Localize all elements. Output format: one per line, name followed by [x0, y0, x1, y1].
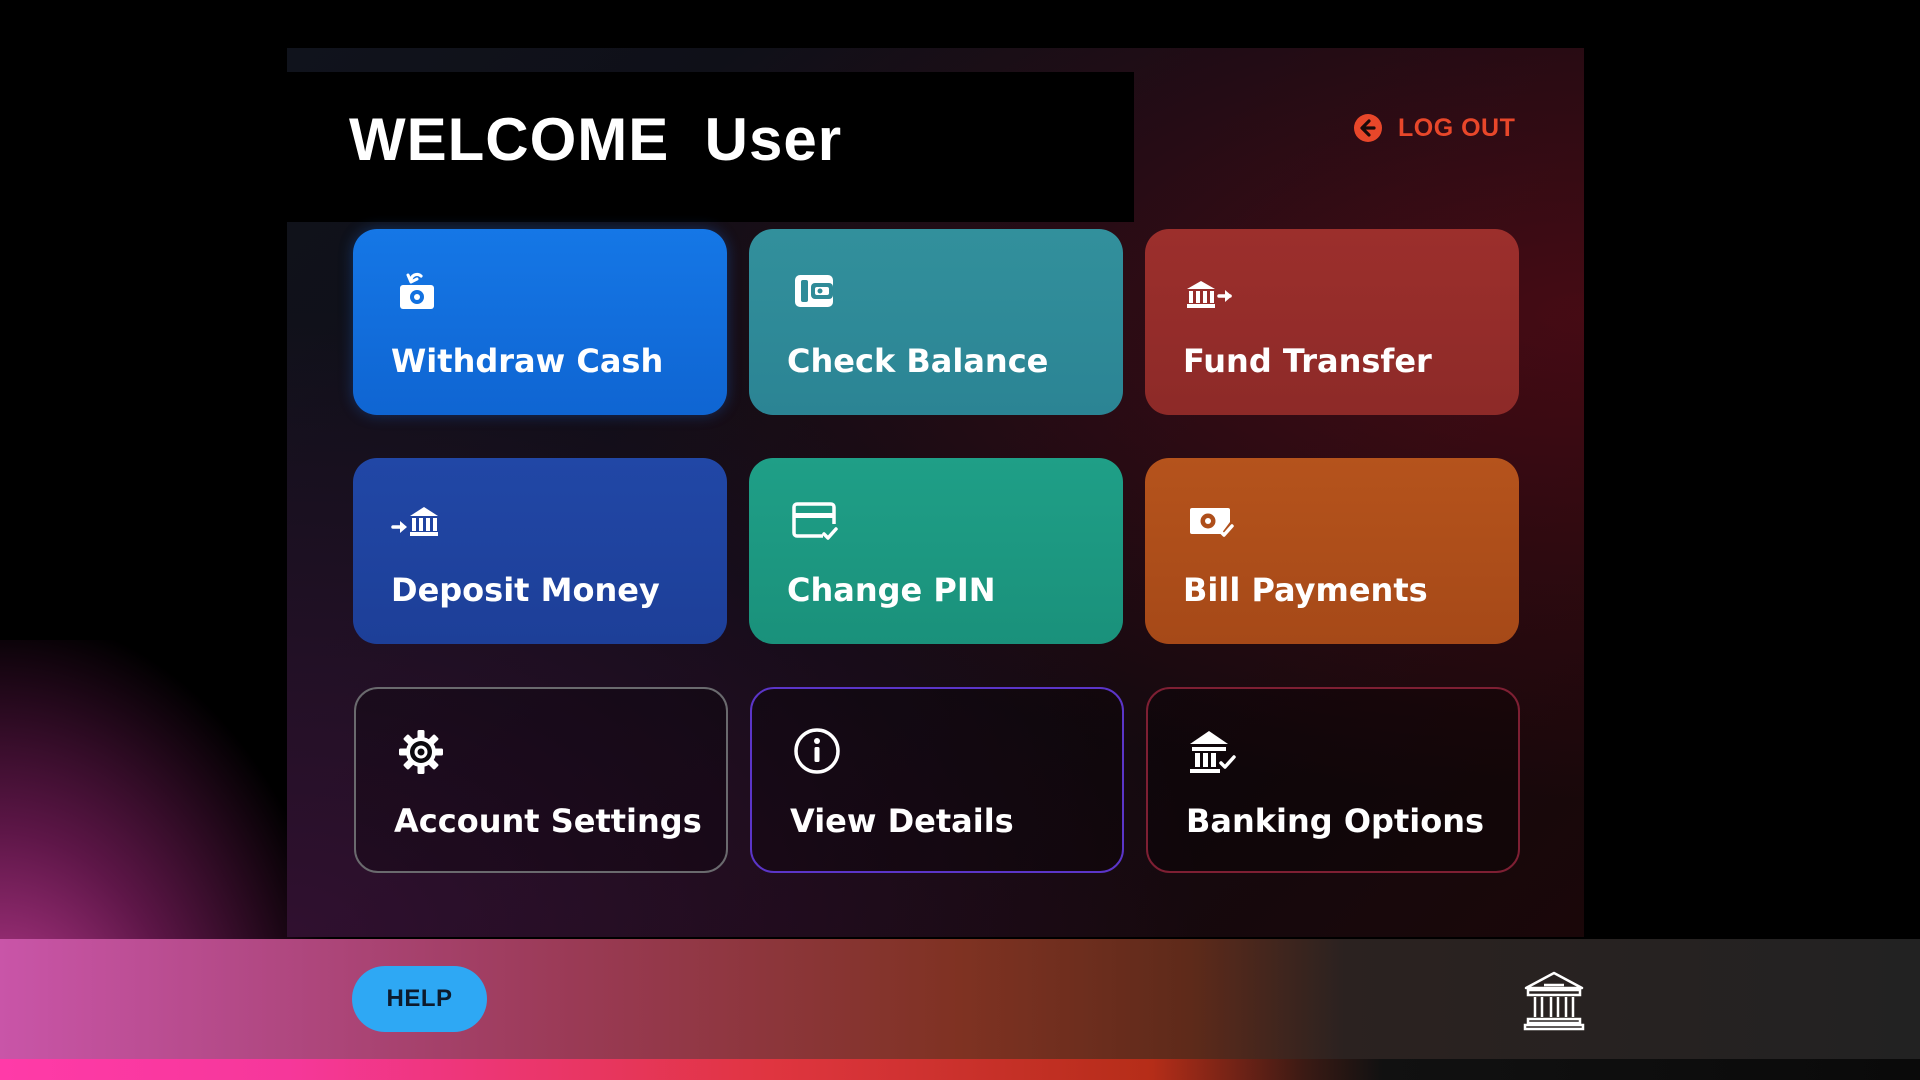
view-details-button[interactable]: View Details	[750, 687, 1124, 873]
bank-deposit-icon	[391, 507, 438, 536]
gear-icon	[399, 730, 443, 774]
logout-icon	[1354, 114, 1382, 142]
wallet-icon	[795, 275, 833, 307]
bill-payments-label: Bill Payments	[1183, 571, 1428, 609]
check-balance-label: Check Balance	[787, 342, 1049, 380]
bank-check-icon	[1190, 731, 1236, 773]
account-settings-button[interactable]: Account Settings	[354, 687, 728, 873]
footer-strip	[0, 1059, 1920, 1080]
deposit-money-label: Deposit Money	[391, 571, 660, 609]
fund-transfer-button[interactable]: Fund Transfer	[1145, 229, 1519, 415]
bill-check-icon	[1190, 508, 1234, 537]
change-pin-button[interactable]: Change PIN	[749, 458, 1123, 644]
deposit-money-button[interactable]: Deposit Money	[353, 458, 727, 644]
bank-icon	[1523, 971, 1585, 1031]
view-details-label: View Details	[790, 802, 1014, 840]
bill-payments-button[interactable]: Bill Payments	[1145, 458, 1519, 644]
card-check-icon	[792, 502, 838, 540]
logout-label: LOG OUT	[1398, 113, 1516, 142]
change-pin-label: Change PIN	[787, 571, 996, 609]
footer-bar	[0, 939, 1920, 1059]
banking-options-label: Banking Options	[1186, 802, 1485, 840]
logout-button[interactable]: LOG OUT	[1352, 108, 1515, 148]
bank-transfer-icon	[1187, 281, 1232, 308]
withdraw-cash-button[interactable]: Withdraw Cash	[353, 229, 727, 415]
info-icon	[794, 728, 840, 774]
banking-options-button[interactable]: Banking Options	[1146, 687, 1520, 873]
fund-transfer-label: Fund Transfer	[1183, 342, 1432, 380]
withdraw-cash-icon	[400, 272, 434, 309]
account-settings-label: Account Settings	[394, 802, 702, 840]
check-balance-button[interactable]: Check Balance	[749, 229, 1123, 415]
help-button[interactable]: HELP	[352, 966, 487, 1032]
withdraw-cash-label: Withdraw Cash	[391, 342, 664, 380]
welcome-heading: WELCOME User	[349, 106, 843, 173]
